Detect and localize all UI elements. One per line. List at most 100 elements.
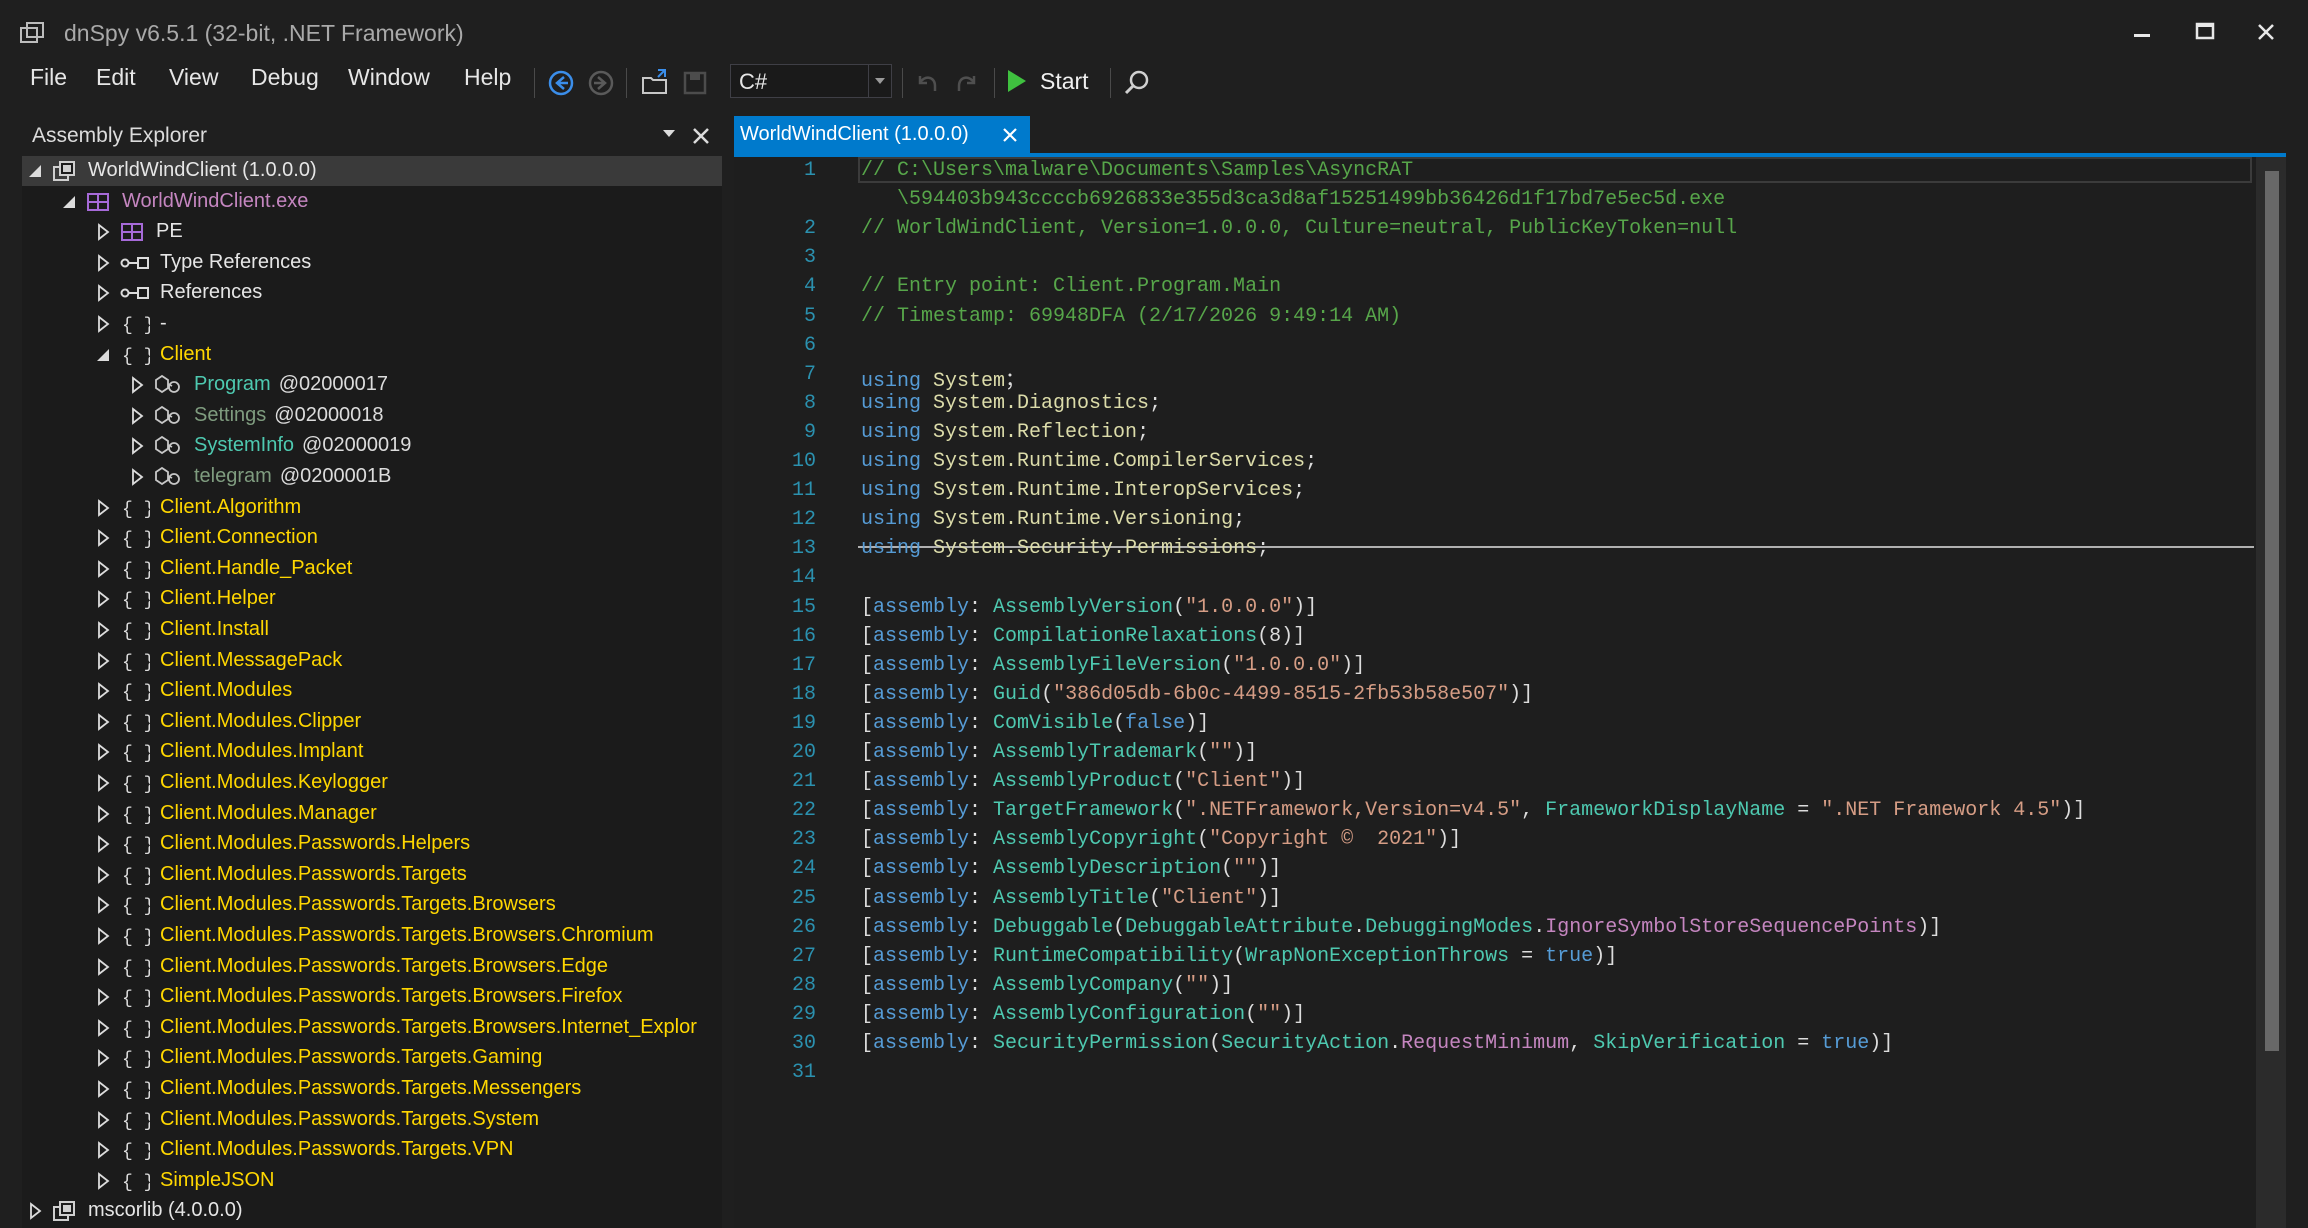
code-line[interactable]: [assembly: RuntimeCompatibility(WrapNonE…: [861, 945, 1617, 968]
collapsed-arrow-icon[interactable]: [96, 1080, 112, 1098]
panel-menu-icon[interactable]: [662, 129, 676, 139]
collapsed-arrow-icon[interactable]: [96, 957, 112, 976]
collapsed-arrow-icon[interactable]: [96, 835, 112, 854]
collapsed-arrow-icon[interactable]: [96, 682, 112, 701]
tree-item[interactable]: { } Client.Helper: [22, 584, 722, 614]
collapsed-arrow-icon[interactable]: [28, 1202, 44, 1221]
tree-item[interactable]: { } Client.MessagePack: [22, 646, 722, 676]
undo-icon[interactable]: [910, 66, 944, 100]
scrollbar-thumb[interactable]: [2265, 171, 2279, 1051]
tree-item[interactable]: { } Client.Modules.Passwords.Targets.Brow…: [22, 952, 722, 982]
menu-view[interactable]: View: [169, 64, 218, 91]
code-line[interactable]: using System.Runtime.CompilerServices;: [861, 450, 1317, 473]
collapsed-arrow-icon[interactable]: [96, 988, 112, 1007]
tree-item[interactable]: { } Client.Modules.Keylogger: [22, 768, 722, 798]
tree-item[interactable]: { } Client.Modules.Passwords.Targets.Syst…: [22, 1105, 722, 1135]
collapsed-arrow-icon[interactable]: [96, 927, 112, 945]
code-line[interactable]: \594403b943ccccb6926833e355d3ca3d8af1525…: [861, 188, 1725, 211]
code-line[interactable]: [assembly: Guid("386d05db-6b0c-4499-8515…: [861, 683, 1533, 706]
collapsed-arrow-icon[interactable]: [130, 376, 146, 395]
code-line[interactable]: // Timestamp: 69948DFA (2/17/2026 9:49:1…: [861, 305, 1401, 328]
tree-item[interactable]: { } Client.Modules.Manager: [22, 799, 722, 829]
collapsed-arrow-icon[interactable]: [96, 498, 112, 517]
collapsed-arrow-icon[interactable]: [96, 774, 112, 792]
forward-icon[interactable]: [584, 66, 618, 100]
collapsed-arrow-icon[interactable]: [96, 1171, 112, 1190]
code-line[interactable]: [assembly: ComVisible(false)]: [861, 712, 1209, 735]
code-line[interactable]: [assembly: AssemblyProduct("Client")]: [861, 770, 1305, 793]
code-line[interactable]: using System.Reflection;: [861, 421, 1149, 444]
language-select[interactable]: C#: [730, 64, 892, 98]
tree-item[interactable]: { } Client.Modules.Passwords.Targets.Brow…: [22, 921, 722, 951]
collapsed-arrow-icon[interactable]: [96, 223, 112, 242]
collapsed-arrow-icon[interactable]: [96, 284, 112, 303]
tree-item[interactable]: { } Client.Connection: [22, 523, 722, 553]
tree-item[interactable]: { } Client.Modules: [22, 676, 722, 706]
code-line[interactable]: [assembly: AssemblyConfiguration("")]: [861, 1003, 1305, 1026]
collapsed-arrow-icon[interactable]: [96, 1141, 112, 1160]
chevron-down-icon[interactable]: [868, 65, 891, 97]
tree-item[interactable]: { } SimpleJSON: [22, 1166, 722, 1196]
menu-help[interactable]: Help: [464, 64, 511, 91]
code-line[interactable]: // WorldWindClient, Version=1.0.0.0, Cul…: [861, 217, 1737, 240]
code-line[interactable]: [assembly: AssemblyCompany("")]: [861, 974, 1233, 997]
code-line[interactable]: [assembly: AssemblyVersion("1.0.0.0")]: [861, 596, 1317, 619]
collapsed-arrow-icon[interactable]: [130, 437, 146, 456]
collapsed-arrow-icon[interactable]: [130, 468, 146, 486]
code-line[interactable]: using System.Security.Permissions;: [861, 537, 1269, 560]
tree-item[interactable]: { } Client.Modules.Passwords.Targets.VPN: [22, 1135, 722, 1165]
tree-item[interactable]: { } Client.Modules.Passwords.Targets.Brow…: [22, 1013, 722, 1043]
collapsed-arrow-icon[interactable]: [96, 315, 112, 333]
code-line[interactable]: [assembly: AssemblyCopyright("Copyright …: [861, 828, 1461, 851]
close-tab-icon[interactable]: [1000, 125, 1020, 145]
tree-item[interactable]: { } Client.Modules.Passwords.Targets.Gami…: [22, 1043, 722, 1073]
collapsed-arrow-icon[interactable]: [96, 896, 112, 915]
menu-window[interactable]: Window: [348, 64, 430, 91]
back-icon[interactable]: [544, 66, 578, 100]
tab-worldwindclient[interactable]: WorldWindClient (1.0.0.0): [734, 116, 1030, 154]
tree-item[interactable]: WorldWindClient.exe: [22, 187, 722, 217]
tree-item[interactable]: { } Client: [22, 340, 722, 370]
collapsed-arrow-icon[interactable]: [96, 651, 112, 670]
code-line[interactable]: [assembly: AssemblyFileVersion("1.0.0.0"…: [861, 654, 1365, 677]
tree-item[interactable]: References: [22, 278, 722, 308]
close-window-icon[interactable]: [2242, 14, 2290, 50]
collapsed-arrow-icon[interactable]: [96, 804, 112, 823]
tree-item[interactable]: { }-: [22, 309, 722, 339]
tree-item[interactable]: { } Client.Modules.Passwords.Helpers: [22, 829, 722, 859]
collapsed-arrow-icon[interactable]: [96, 1049, 112, 1068]
expanded-arrow-icon[interactable]: [96, 346, 112, 364]
tree-item[interactable]: { } Client.Modules.Implant: [22, 737, 722, 767]
tree-item[interactable]: { } Client.Modules.Passwords.Targets.Brow…: [22, 890, 722, 920]
code-line[interactable]: [assembly: AssemblyTitle("Client")]: [861, 887, 1281, 910]
code-line[interactable]: // C:\Users\malware\Documents\Samples\As…: [861, 159, 1413, 182]
tree-item[interactable]: mscorlib (4.0.0.0): [22, 1196, 722, 1226]
code-line[interactable]: [assembly: AssemblyDescription("")]: [861, 857, 1281, 880]
tree-item[interactable]: { } Client.Modules.Passwords.Targets.Brow…: [22, 982, 722, 1012]
code-line[interactable]: [assembly: SecurityPermission(SecurityAc…: [861, 1032, 1893, 1055]
code-editor[interactable]: 1 // C:\Users\malware\Documents\Samples\A…: [734, 157, 2286, 1228]
menu-debug[interactable]: Debug: [251, 64, 319, 91]
save-icon[interactable]: [678, 66, 712, 100]
start-button[interactable]: Start: [1006, 64, 1089, 98]
vertical-scrollbar[interactable]: [2256, 157, 2286, 1228]
tree-item[interactable]: { } Client.Handle_Packet: [22, 554, 722, 584]
collapsed-arrow-icon[interactable]: [96, 865, 112, 884]
tree-item[interactable]: Program @02000017: [22, 370, 722, 400]
search-icon[interactable]: [1120, 66, 1154, 100]
collapsed-arrow-icon[interactable]: [96, 559, 112, 578]
tree-item[interactable]: { } Client.Modules.Passwords.Targets: [22, 860, 722, 890]
code-line[interactable]: [assembly: Debuggable(DebuggableAttribut…: [861, 916, 1941, 939]
collapsed-arrow-icon[interactable]: [96, 253, 112, 272]
tree-item[interactable]: Type References: [22, 248, 722, 278]
minimize-icon[interactable]: [2118, 14, 2166, 50]
expanded-arrow-icon[interactable]: [62, 193, 78, 211]
tree-item[interactable]: { } Client.Modules.Passwords.Targets.Mess…: [22, 1074, 722, 1104]
collapsed-arrow-icon[interactable]: [96, 712, 112, 731]
collapsed-arrow-icon[interactable]: [96, 590, 112, 609]
close-panel-icon[interactable]: [690, 125, 712, 147]
maximize-icon[interactable]: [2180, 14, 2228, 50]
code-line[interactable]: [assembly: TargetFramework(".NETFramewor…: [861, 799, 2085, 822]
tree-item[interactable]: telegram @0200001B: [22, 462, 722, 492]
collapsed-arrow-icon[interactable]: [96, 1110, 112, 1129]
